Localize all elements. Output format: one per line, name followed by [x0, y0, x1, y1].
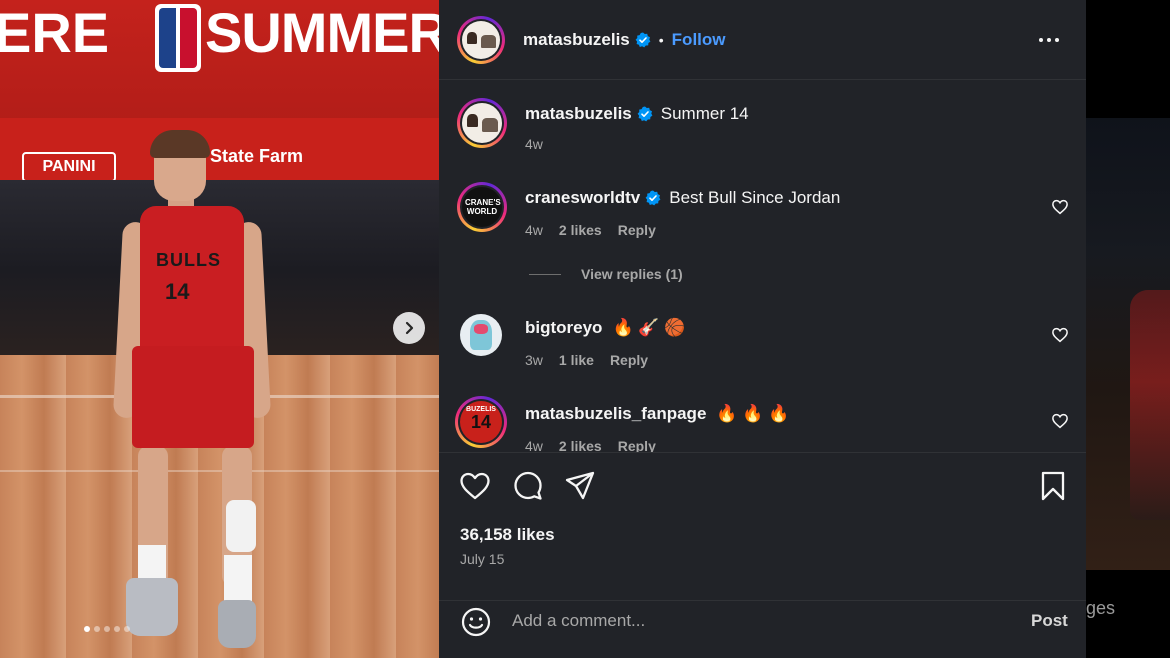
- view-replies-line: [529, 273, 561, 275]
- view-replies-label: View replies (1): [581, 266, 683, 282]
- carousel-dot: [114, 626, 120, 632]
- post-actions: 36,158 likes July 15: [439, 452, 1086, 600]
- carousel-next-button[interactable]: [393, 312, 425, 344]
- verified-badge-icon: [637, 106, 653, 122]
- avatar-number: 14: [470, 412, 492, 432]
- comment-username[interactable]: bigtoreyo: [525, 318, 602, 338]
- commenter-avatar[interactable]: BUZELIS 14: [455, 396, 507, 448]
- comment-likes[interactable]: 1 like: [559, 352, 594, 368]
- carousel-dot: [84, 626, 90, 632]
- panini-ad: PANINI: [22, 152, 116, 182]
- caption-meta: 4w: [525, 136, 543, 152]
- court-line: [0, 470, 439, 472]
- comment-text: 🔥 🎸 🏀: [612, 318, 686, 337]
- post-detail-panel: matasbuzelis • Follow matasbuzelis Summe…: [439, 0, 1086, 658]
- carousel-dots: [84, 626, 130, 632]
- view-replies-button[interactable]: View replies (1): [529, 266, 683, 282]
- comment-username[interactable]: matasbuzelis_fanpage: [525, 404, 706, 424]
- heart-icon[interactable]: [458, 469, 492, 503]
- author-row: matasbuzelis • Follow: [523, 30, 726, 50]
- jersey-number: 14: [165, 279, 190, 304]
- comment-icon[interactable]: [511, 469, 545, 503]
- author-avatar[interactable]: [457, 16, 505, 64]
- emoji-icon[interactable]: [460, 606, 492, 638]
- comment-time: 4w: [525, 438, 543, 452]
- background-partial-text: ges: [1086, 598, 1116, 618]
- comment-likes[interactable]: 2 likes: [559, 438, 602, 452]
- avatar-text: CRANE'S WORLD: [465, 198, 501, 216]
- statefarm-ad: State Farm: [210, 146, 304, 166]
- comments-list[interactable]: matasbuzelis Summer 14 4w CRANE'S WORLD …: [439, 80, 1086, 452]
- comment-likes[interactable]: 2 likes: [559, 222, 602, 238]
- reply-button[interactable]: Reply: [618, 438, 656, 452]
- nba-logo: [155, 4, 201, 72]
- bookmark-icon[interactable]: [1036, 469, 1070, 503]
- player-sock: [224, 555, 252, 605]
- comment-time: 3w: [525, 352, 543, 368]
- author-username[interactable]: matasbuzelis: [523, 30, 630, 50]
- caption-row: matasbuzelis Summer 14: [525, 104, 749, 124]
- caption-username[interactable]: matasbuzelis: [525, 104, 632, 124]
- jersey-text: BULLS: [156, 250, 221, 270]
- comment-text: Best Bull Since Jordan: [669, 188, 841, 207]
- comment-text: 🔥 🔥 🔥: [716, 404, 790, 423]
- carousel-dot: [104, 626, 110, 632]
- player-shorts: [132, 346, 254, 448]
- comment-like-icon[interactable]: [1051, 326, 1069, 344]
- add-comment-bar: Post: [439, 600, 1086, 658]
- player-shoe: [126, 578, 178, 636]
- knee-sleeve: [226, 500, 256, 552]
- commenter-avatar[interactable]: CRANE'S WORLD: [457, 182, 507, 232]
- background-player: [1130, 290, 1170, 520]
- verified-badge-icon: [645, 190, 661, 206]
- caption-text: Summer 14: [660, 104, 749, 123]
- chevron-right-icon: [405, 321, 414, 335]
- verified-badge-icon: [635, 32, 651, 48]
- comment-meta: 4w 2 likes Reply: [525, 438, 656, 452]
- carousel-dot: [94, 626, 100, 632]
- player-shoe: [218, 600, 256, 648]
- commenter-avatar[interactable]: [460, 314, 502, 356]
- banner-left-text: ERE: [0, 1, 110, 64]
- likes-count[interactable]: 36,158 likes: [460, 525, 555, 545]
- player-hair: [150, 130, 210, 158]
- post-header: matasbuzelis • Follow: [439, 0, 1086, 80]
- comment-like-icon[interactable]: [1051, 412, 1069, 430]
- share-icon[interactable]: [563, 469, 597, 503]
- comment-meta: 3w 1 like Reply: [525, 352, 648, 368]
- reply-button[interactable]: Reply: [610, 352, 648, 368]
- comment-input[interactable]: [512, 609, 1012, 633]
- comment-meta: 4w 2 likes Reply: [525, 222, 656, 238]
- carousel-dot: [124, 626, 130, 632]
- post-date[interactable]: July 15: [460, 551, 504, 567]
- player-jersey: [140, 206, 244, 354]
- follow-button[interactable]: Follow: [672, 30, 726, 50]
- author-avatar[interactable]: [457, 98, 507, 148]
- comment-username[interactable]: cranesworldtv: [525, 188, 640, 208]
- comment-like-icon[interactable]: [1051, 198, 1069, 216]
- comment-time: 4w: [525, 222, 543, 238]
- comment-row: matasbuzelis_fanpage 🔥 🔥 🔥: [525, 404, 789, 424]
- caption-time: 4w: [525, 136, 543, 152]
- comment-row: bigtoreyo 🔥 🎸 🏀: [525, 318, 685, 338]
- banner-text: SUMMER LEA: [205, 1, 439, 64]
- comment-row: cranesworldtv Best Bull Since Jordan: [525, 188, 840, 208]
- post-comment-button[interactable]: Post: [1031, 611, 1068, 631]
- more-options-icon[interactable]: [1039, 38, 1061, 44]
- separator-dot: •: [658, 32, 664, 48]
- post-photo: ERE SUMMER LEA PANINI State Farm BULLS 1…: [0, 0, 439, 658]
- reply-button[interactable]: Reply: [618, 222, 656, 238]
